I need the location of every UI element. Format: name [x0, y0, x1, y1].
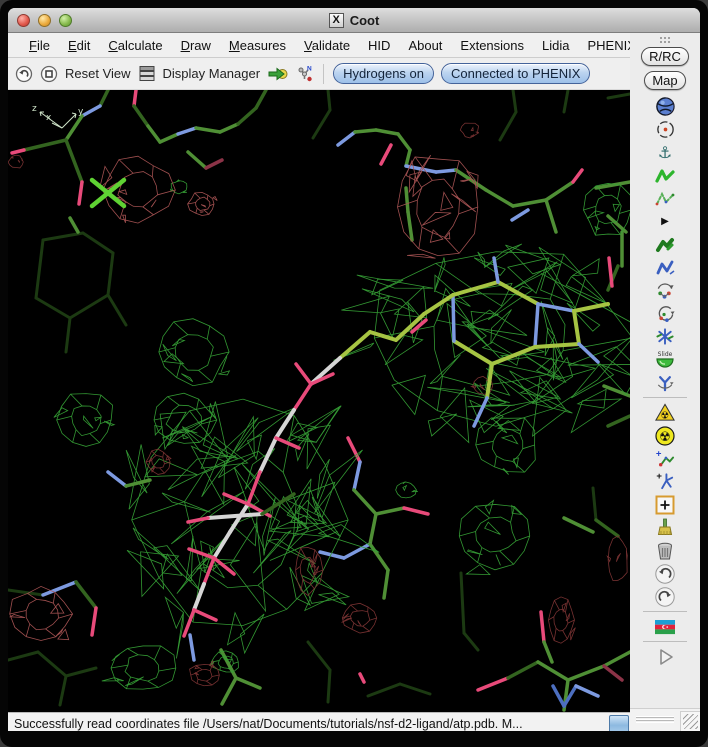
recentre-target-icon[interactable] [650, 118, 680, 141]
simple-mutate-icon[interactable]: ☢ [650, 424, 680, 447]
display-manager-icon[interactable] [138, 65, 156, 82]
statusbar: Successfully read coordinates file /User… [8, 712, 630, 731]
panel-footer [630, 708, 700, 731]
anchor-icon[interactable]: ⚓ [650, 141, 680, 164]
menu-extensions[interactable]: Extensions [451, 38, 533, 53]
menu-lidia[interactable]: Lidia [533, 38, 578, 53]
mutate-residue-icon[interactable]: ☢ [650, 401, 680, 424]
go-arrow-icon[interactable] [267, 65, 288, 83]
menu-measures[interactable]: Measures [220, 38, 295, 53]
undo-icon[interactable] [650, 562, 680, 585]
window-frame: X Coot File Edit Calculate Draw Measures… [0, 0, 708, 747]
run-script-icon[interactable] [650, 645, 680, 668]
menu-about[interactable]: About [399, 38, 451, 53]
window-controls [17, 14, 72, 27]
menu-validate[interactable]: Validate [295, 38, 359, 53]
stop-icon[interactable] [40, 65, 58, 83]
real-space-refine-icon[interactable] [650, 164, 680, 187]
close-button[interactable] [17, 14, 30, 27]
svg-text:☢: ☢ [659, 430, 671, 445]
window-resize-grip[interactable] [680, 711, 700, 731]
status-scrollbar-thumb[interactable] [609, 715, 629, 732]
map-button[interactable]: Map [644, 71, 685, 90]
ligand-icon[interactable]: N [295, 64, 314, 83]
toolbar-separator [323, 64, 324, 84]
view-globe-icon[interactable] [650, 95, 680, 118]
right-tool-panel: R/RC Map ⚓ ▶ [630, 33, 700, 731]
graphics-canvas[interactable]: zyx [8, 90, 630, 712]
menubar: File Edit Calculate Draw Measures Valida… [8, 33, 630, 58]
rrc-button[interactable]: R/RC [641, 47, 689, 66]
coot-window: X Coot File Edit Calculate Draw Measures… [8, 8, 700, 731]
place-atom-icon[interactable] [650, 493, 680, 516]
minimize-button[interactable] [38, 14, 51, 27]
menu-calculate[interactable]: Calculate [99, 38, 171, 53]
delete-item-icon[interactable] [650, 539, 680, 562]
reset-view-button[interactable]: Reset View [65, 66, 131, 81]
hydrogens-toggle-button[interactable]: Hydrogens on [333, 63, 434, 84]
phenix-connection-button[interactable]: Connected to PHENIX [441, 63, 590, 84]
titlebar: X Coot [8, 8, 700, 33]
expand-arrow-icon[interactable]: ▶ [650, 210, 680, 233]
window-title: Coot [350, 13, 380, 28]
panel-separator [643, 641, 687, 642]
add-terminal-residue-icon[interactable]: + [650, 447, 680, 470]
grip-lines-icon[interactable] [636, 716, 674, 723]
display-manager-button[interactable]: Display Manager [163, 66, 261, 81]
rigid-body-fit-icon[interactable] [650, 233, 680, 256]
rotamers-icon[interactable] [650, 279, 680, 302]
svg-text:z: z [32, 104, 37, 114]
edit-chi-angles-icon[interactable] [650, 302, 680, 325]
rotate-translate-icon[interactable] [650, 256, 680, 279]
side-chain-180-icon[interactable] [650, 371, 680, 394]
zoom-button[interactable] [59, 14, 72, 27]
regularize-icon[interactable] [650, 187, 680, 210]
main-toolbar: Reset View Display Manager N Hydrogens o… [8, 58, 630, 90]
panel-separator [643, 611, 687, 612]
status-message: Successfully read coordinates file /User… [14, 717, 523, 731]
svg-text:x: x [46, 113, 52, 123]
svg-text:+: + [656, 449, 662, 460]
jiggle-fit-icon[interactable] [650, 325, 680, 348]
menu-file[interactable]: File [20, 38, 59, 53]
add-alt-conf-icon[interactable]: + [650, 470, 680, 493]
x11-icon: X [329, 13, 344, 28]
redo-icon[interactable] [650, 585, 680, 608]
menu-hid[interactable]: HID [359, 38, 399, 53]
svg-text:Slide: Slide [658, 351, 673, 358]
svg-text:☢: ☢ [661, 411, 670, 422]
svg-text:N: N [307, 66, 312, 73]
menu-draw[interactable]: Draw [172, 38, 220, 53]
svg-text:+: + [656, 471, 662, 482]
svg-text:y: y [78, 107, 84, 117]
azerbaijan-flag-icon[interactable] [650, 615, 680, 638]
toolbar-grip-icon[interactable] [659, 36, 671, 44]
clear-sticky-icon[interactable] [650, 516, 680, 539]
back-icon[interactable] [15, 65, 33, 83]
menu-edit[interactable]: Edit [59, 38, 99, 53]
slide-peptide-icon[interactable]: Slide [650, 348, 680, 371]
panel-separator [643, 397, 687, 398]
